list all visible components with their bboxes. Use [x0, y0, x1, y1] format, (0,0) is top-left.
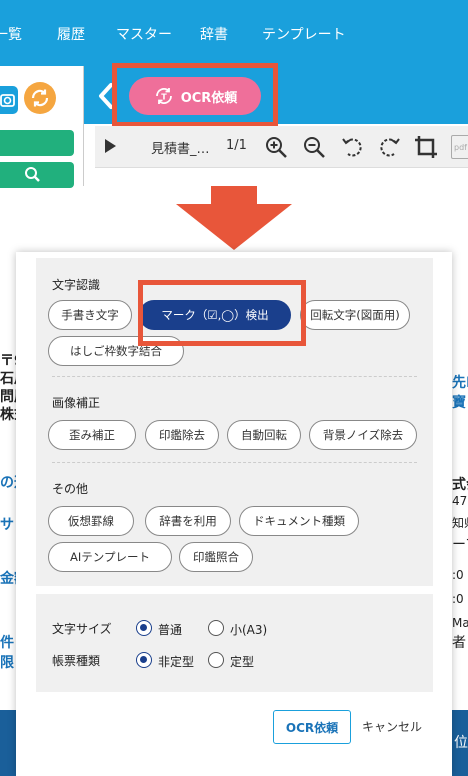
- bg-text: ープ: [452, 537, 468, 553]
- bg-text: 先N: [452, 375, 468, 391]
- bg-text: 限: [0, 655, 14, 671]
- bg-text: 知県: [452, 516, 468, 530]
- chip-ai-template[interactable]: AIテンプレート: [48, 542, 172, 572]
- top-nav-bar: 一覧 履歴 マスター 辞書 テンプレート: [0, 0, 468, 66]
- cancel-button[interactable]: キャンセル: [362, 718, 422, 735]
- camera-icon[interactable]: [0, 86, 18, 114]
- form-type-label: 帳票種類: [52, 654, 101, 668]
- chip-stamp-verification[interactable]: 印鑑照合: [179, 542, 253, 572]
- chip-rotated-text[interactable]: 回転文字(図面用): [300, 300, 410, 330]
- chip-background-noise-removal[interactable]: 背景ノイズ除去: [309, 420, 417, 450]
- radio-form-nonstandard-label: 非定型: [158, 655, 195, 669]
- bg-text: :0: [452, 592, 464, 606]
- bg-text: 金額: [0, 571, 16, 587]
- page-indicator: 1/1: [226, 138, 247, 153]
- chip-handwriting[interactable]: 手書き文字: [48, 300, 132, 330]
- radio-font-normal[interactable]: [136, 620, 152, 636]
- bg-text: 問屋: [0, 389, 16, 405]
- bg-text: 件: [0, 635, 14, 651]
- section-title-image-correction: 画像補正: [52, 396, 101, 410]
- rotate-left-icon[interactable]: [339, 134, 365, 160]
- divider: [52, 462, 417, 463]
- section-title-text-recognition: 文字認識: [52, 278, 101, 292]
- chip-skew-correction[interactable]: 歪み補正: [48, 420, 136, 450]
- rotate-right-icon[interactable]: [377, 134, 403, 160]
- nav-item-template[interactable]: テンプレート: [262, 24, 346, 44]
- search-button[interactable]: [0, 162, 74, 188]
- zoom-in-icon[interactable]: [263, 134, 289, 160]
- chip-use-dictionary[interactable]: 辞書を利用: [145, 506, 231, 536]
- bg-text: 株式: [0, 407, 16, 423]
- search-icon: [25, 167, 40, 182]
- pdf-viewer-toolbar: 見積書_… 1/1 pdf: [95, 126, 468, 168]
- radio-font-small-label: 小(A3): [230, 623, 268, 637]
- bg-text: 者: [452, 635, 466, 651]
- radio-form-standard-label: 定型: [230, 655, 255, 669]
- play-icon[interactable]: [105, 139, 116, 153]
- chip-auto-rotate[interactable]: 自動回転: [227, 420, 301, 450]
- divider: [52, 376, 417, 377]
- chip-document-type[interactable]: ドキュメント種類: [239, 506, 359, 536]
- chip-virtual-ruled-lines[interactable]: 仮想罫線: [48, 506, 134, 536]
- bg-text: Mail: [452, 616, 468, 630]
- nav-item-dictionary[interactable]: 辞書: [200, 24, 228, 44]
- bg-text: 式会: [452, 477, 468, 493]
- crop-icon[interactable]: [413, 134, 439, 160]
- bg-text: サ: [0, 517, 14, 533]
- callout-box-ocr: [112, 63, 278, 127]
- pdf-icon[interactable]: pdf: [451, 135, 468, 159]
- radio-font-small[interactable]: [208, 620, 224, 636]
- bg-text: 石川: [0, 371, 16, 387]
- bg-text: :0: [452, 568, 464, 582]
- ocr-settings-panel: 文字サイズ 普通 小(A3) 帳票種類 非定型 定型: [36, 594, 433, 692]
- radio-font-normal-label: 普通: [158, 623, 183, 637]
- nav-item-list[interactable]: 一覧: [0, 24, 22, 44]
- radio-form-standard[interactable]: [208, 652, 224, 668]
- zoom-out-icon[interactable]: [301, 134, 327, 160]
- callout-box-mark-detection: [138, 280, 306, 346]
- green-action-button[interactable]: [0, 130, 74, 156]
- bg-text: 478-: [452, 494, 468, 508]
- bg-text: 〒9: [0, 353, 16, 369]
- bg-text: 位: [454, 735, 468, 751]
- sync-icon[interactable]: [24, 82, 56, 114]
- pdf-icon-label: pdf: [454, 143, 467, 152]
- radio-form-nonstandard[interactable]: [136, 652, 152, 668]
- bg-text: 寶日: [452, 395, 468, 411]
- file-name: 見積書_…: [151, 142, 210, 157]
- chip-stamp-removal[interactable]: 印鑑除去: [145, 420, 219, 450]
- nav-item-master[interactable]: マスター: [116, 24, 172, 44]
- font-size-label: 文字サイズ: [52, 622, 112, 636]
- bg-text: の通: [0, 475, 16, 491]
- ocr-submit-button[interactable]: OCR依頼: [273, 710, 351, 744]
- down-arrow-icon: [176, 186, 292, 250]
- section-title-other: その他: [52, 482, 89, 496]
- nav-item-history[interactable]: 履歴: [57, 24, 85, 44]
